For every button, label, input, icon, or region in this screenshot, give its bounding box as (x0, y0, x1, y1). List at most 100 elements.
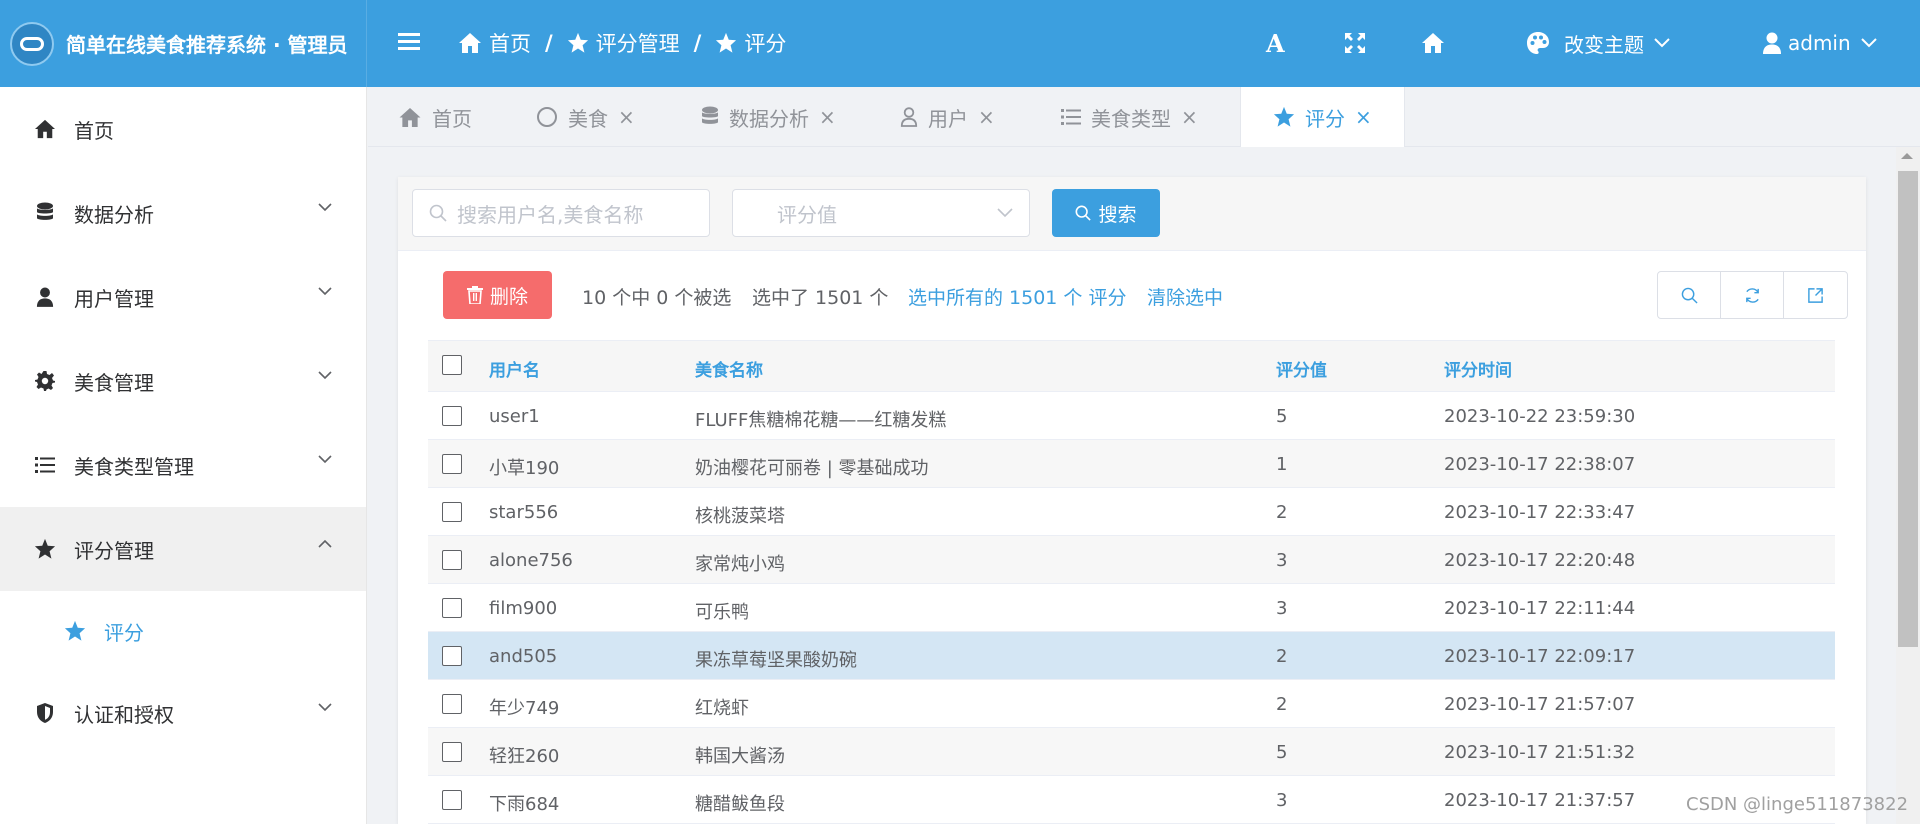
table-header: 用户名 美食名称 评分值 评分时间 (428, 340, 1835, 392)
table-row[interactable]: alone756 家常炖小鸡 3 2023-10-17 22:20:48 (428, 536, 1835, 584)
table-row[interactable]: star556 核桃菠菜塔 2 2023-10-17 22:33:47 (428, 488, 1835, 536)
tab-food-type[interactable]: 美食类型 × (1061, 87, 1198, 147)
row-checkbox[interactable] (442, 694, 462, 714)
cell-food: 可乐鸭 (695, 602, 749, 623)
scroll-thumb[interactable] (1898, 171, 1918, 647)
sidebar-item-auth[interactable]: 认证和授权 (0, 671, 366, 755)
table-row[interactable]: film900 可乐鸭 3 2023-10-17 22:11:44 (428, 584, 1835, 632)
export-button[interactable] (1784, 272, 1847, 318)
font-size-icon[interactable]: A (1266, 28, 1285, 58)
column-header-food[interactable]: 美食名称 (695, 356, 763, 381)
tab-food[interactable]: 美食 × (536, 87, 635, 147)
score-select[interactable]: 评分值 (732, 189, 1030, 237)
theme-dropdown[interactable]: 改变主题 (1526, 28, 1684, 58)
cell-time: 2023-10-17 21:37:57 (1444, 790, 1636, 811)
sidebar-item-data-analysis[interactable]: 数据分析 (0, 171, 366, 255)
breadcrumb-separator: / (693, 31, 702, 55)
row-checkbox[interactable] (442, 790, 462, 810)
close-icon[interactable]: × (1181, 105, 1198, 129)
delete-button[interactable]: 删除 (443, 271, 552, 319)
selected-count: 选中了 1501 个 (752, 287, 889, 309)
column-header-time[interactable]: 评分时间 (1444, 356, 1512, 381)
sidebar-item-label: 首页 (74, 118, 114, 143)
content-panel: 搜索用户名,美食名称 评分值 搜索 删除 10 个中 0 个被选 选中了 150… (398, 177, 1866, 824)
sidebar-item-rating-management[interactable]: 评分管理 (0, 507, 366, 591)
sidebar-item-food-type-management[interactable]: 美食类型管理 (0, 423, 366, 507)
cell-time: 2023-10-17 22:38:07 (1444, 454, 1636, 475)
refresh-icon (1745, 287, 1759, 303)
refresh-button[interactable] (1721, 272, 1784, 318)
row-checkbox[interactable] (442, 406, 462, 426)
chevron-down-icon (1654, 38, 1670, 48)
table-row-hovered[interactable]: and505 果冻草莓坚果酸奶碗 2 2023-10-17 22:09:17 (428, 632, 1835, 680)
sidebar-item-label: 认证和授权 (74, 702, 174, 727)
tab-data-analysis[interactable]: 数据分析 × (701, 87, 836, 147)
breadcrumb-home[interactable]: 首页 (458, 28, 531, 58)
cell-food: 韩国大酱汤 (695, 746, 785, 767)
sidebar-item-user-management[interactable]: 用户管理 (0, 255, 366, 339)
cell-user: film900 (489, 598, 558, 619)
sidebar-item-label: 美食类型管理 (74, 454, 194, 479)
cell-food: 奶油樱花可丽卷 | 零基础成功 (695, 458, 929, 479)
select-all-checkbox[interactable] (442, 355, 462, 375)
table-row[interactable]: 小草190 奶油樱花可丽卷 | 零基础成功 1 2023-10-17 22:38… (428, 440, 1835, 488)
app-title: 简单在线美食推荐系统 · 管理员 (66, 33, 348, 57)
list-icon (1061, 109, 1081, 125)
cell-user: and505 (489, 646, 558, 667)
breadcrumb-rating-management[interactable]: 评分管理 (567, 28, 680, 58)
cell-user: star556 (489, 502, 559, 523)
chevron-down-icon (318, 703, 332, 712)
home-icon (34, 118, 56, 140)
user-dropdown[interactable]: admin (1762, 28, 1877, 58)
cell-score: 2 (1276, 646, 1288, 667)
clear-selection-link[interactable]: 清除选中 (1147, 283, 1223, 310)
table-row[interactable]: 下雨684 糖醋鲅鱼段 3 2023-10-17 21:37:57 (428, 776, 1835, 824)
close-icon[interactable]: × (819, 105, 836, 129)
row-checkbox[interactable] (442, 646, 462, 666)
cell-food: 糖醋鲅鱼段 (695, 794, 785, 815)
close-icon[interactable]: × (1355, 105, 1372, 129)
cell-score: 1 (1276, 454, 1288, 475)
sidebar-item-food-management[interactable]: 美食管理 (0, 339, 366, 423)
search-button[interactable]: 搜索 (1052, 189, 1160, 237)
toggle-search-button[interactable] (1658, 272, 1721, 318)
trash-icon (466, 286, 483, 304)
fullscreen-icon[interactable] (1344, 28, 1366, 58)
row-checkbox[interactable] (442, 454, 462, 474)
theme-label: 改变主题 (1564, 32, 1644, 57)
cell-score: 3 (1276, 790, 1288, 811)
column-header-score[interactable]: 评分值 (1276, 356, 1327, 381)
column-header-user[interactable]: 用户名 (489, 356, 540, 381)
search-input[interactable]: 搜索用户名,美食名称 (412, 189, 710, 237)
row-checkbox[interactable] (442, 550, 462, 570)
tab-home[interactable]: 首页 (398, 87, 472, 147)
select-all-link[interactable]: 选中所有的 1501 个 评分 (908, 283, 1126, 310)
table-row[interactable]: 轻狂260 韩国大酱汤 5 2023-10-17 21:51:32 (428, 728, 1835, 776)
cell-user: 下雨684 (489, 794, 560, 815)
page-scrollbar[interactable] (1896, 147, 1920, 824)
chevron-down-icon (1860, 38, 1877, 48)
score-placeholder: 评分值 (777, 202, 837, 227)
star-icon (64, 620, 86, 641)
sidebar-item-home[interactable]: 首页 (0, 87, 366, 171)
table-row[interactable]: user1 FLUFF焦糖棉花糖——红糖发糕 5 2023-10-22 23:5… (428, 392, 1835, 440)
tab-rating[interactable]: 评分 × (1240, 87, 1405, 147)
cell-food: 核桃菠菜塔 (695, 506, 785, 527)
tab-user[interactable]: 用户 × (900, 87, 995, 147)
cell-score: 3 (1276, 598, 1288, 619)
menu-toggle-icon[interactable] (398, 28, 422, 58)
sidebar-item-label: 美食管理 (74, 370, 154, 395)
sidebar-subitem-rating[interactable]: 评分 (0, 591, 366, 671)
scroll-up-arrow[interactable] (1901, 153, 1913, 159)
cell-score: 5 (1276, 406, 1288, 427)
close-icon[interactable]: × (978, 105, 995, 129)
table-row[interactable]: 年少749 红烧虾 2 2023-10-17 21:57:07 (428, 680, 1835, 728)
home-icon[interactable] (1420, 28, 1446, 58)
logo-icon (10, 21, 54, 66)
row-checkbox[interactable] (442, 502, 462, 522)
row-checkbox[interactable] (442, 742, 462, 762)
close-icon[interactable]: × (618, 105, 635, 129)
database-icon (34, 202, 56, 224)
row-checkbox[interactable] (442, 598, 462, 618)
search-icon (1681, 287, 1698, 304)
